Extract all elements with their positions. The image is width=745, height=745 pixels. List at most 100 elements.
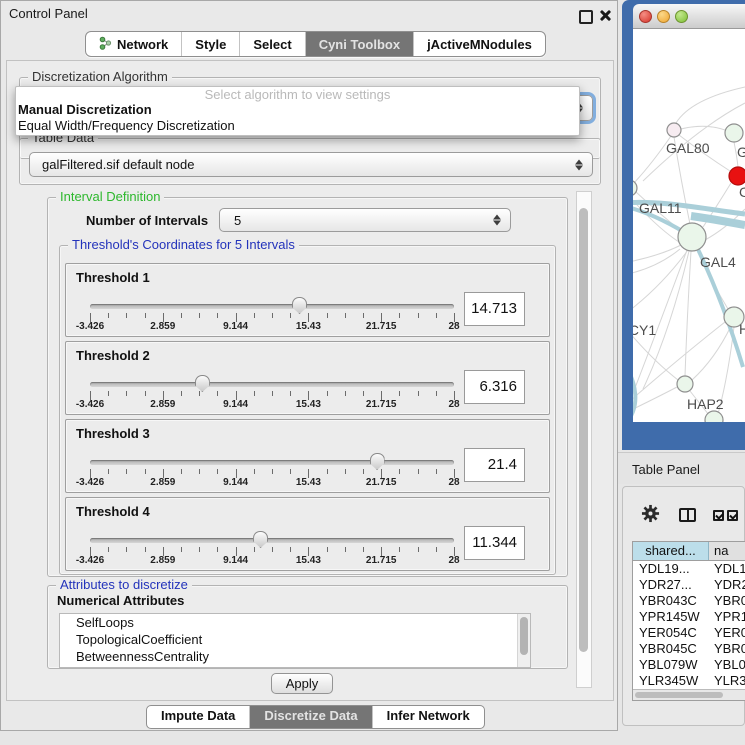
table-data-combobox[interactable]: galFiltered.sif default node (29, 152, 593, 177)
network-node-gal80[interactable] (667, 123, 681, 137)
slider-scale: -3.4262.8599.14415.4321.71528 (90, 321, 454, 333)
slider-scale-label: 15.43 (296, 399, 321, 410)
checkbox-icon[interactable] (713, 510, 724, 521)
tab-cyni-toolbox[interactable]: Cyni Toolbox (306, 32, 414, 56)
dropdown-option-manual[interactable]: Manual Discretization (16, 102, 579, 118)
slider-scale-label: 2.859 (150, 555, 175, 566)
threshold-slider[interactable] (90, 538, 454, 543)
minimize-traffic-light[interactable] (657, 10, 670, 23)
slider-thumb[interactable] (195, 375, 210, 392)
apply-button[interactable]: Apply (271, 673, 333, 694)
dropdown-option-equal-width[interactable]: Equal Width/Frequency Discretization (16, 118, 579, 134)
network-node-hap2[interactable] (677, 376, 693, 392)
cell-shared-name[interactable]: YDR27... (633, 577, 709, 593)
threshold-3-panel: Threshold 3 -3.4262.8599.14415.4321.7152… (65, 419, 550, 493)
cell-name[interactable]: YDL1 (709, 561, 745, 577)
cell-name[interactable]: YBR0 (709, 593, 745, 609)
table-horizontal-scrollbar[interactable] (633, 689, 745, 700)
close-icon[interactable] (599, 9, 612, 22)
threshold-value-field[interactable]: 21.4 (464, 448, 525, 482)
list-item[interactable]: TopologicalCoefficient (60, 631, 530, 648)
gear-icon[interactable] (641, 504, 660, 528)
network-window-titlebar[interactable] (633, 4, 745, 29)
table-panel-title: Table Panel (632, 462, 700, 477)
tab-impute-data[interactable]: Impute Data (147, 706, 250, 728)
cell-name[interactable]: YPR1 (709, 609, 745, 625)
cell-shared-name[interactable]: YBR045C (633, 641, 709, 657)
cell-shared-name[interactable]: YBR043C (633, 593, 709, 609)
cell-shared-name[interactable]: YER054C (633, 625, 709, 641)
numerical-attributes-label: Numerical Attributes (57, 593, 184, 608)
maximize-traffic-light[interactable] (675, 10, 688, 23)
threshold-slider[interactable] (90, 382, 454, 387)
scrollbar-thumb[interactable] (579, 208, 588, 652)
network-canvas[interactable]: GAL80 GA C GAL11 GAL4 GCY1 H HAP2 (633, 29, 745, 422)
list-scrollbar[interactable] (517, 614, 530, 667)
scrollbar-thumb[interactable] (520, 617, 528, 655)
table-row[interactable]: YBL079WYBL0 (633, 657, 745, 673)
table-row[interactable]: YBR045CYBR0 (633, 641, 745, 657)
threshold-value-field[interactable]: 6.316 (464, 370, 525, 404)
dropdown-prompt: Select algorithm to view settings (16, 87, 579, 102)
threshold-slider[interactable] (90, 460, 454, 465)
tab-select[interactable]: Select (240, 32, 305, 56)
slider-scale-label: 9.144 (223, 555, 248, 566)
network-node[interactable] (725, 124, 743, 142)
table-row[interactable]: YDR27...YDR2 (633, 577, 745, 593)
node-label-cut: GA (737, 144, 745, 160)
checkbox-icon[interactable] (727, 510, 738, 521)
top-tabbar: Network Style Select Cyni Toolbox jActiv… (85, 31, 546, 57)
close-traffic-light[interactable] (639, 10, 652, 23)
slider-scale-label: 28 (448, 555, 459, 566)
tab-discretize-data[interactable]: Discretize Data (250, 706, 372, 728)
network-node-gal4[interactable] (678, 223, 706, 251)
tab-label: jActiveMNodules (427, 37, 532, 52)
cell-shared-name[interactable]: YBL079W (633, 657, 709, 673)
list-item[interactable]: BetweennessCentrality (60, 648, 530, 665)
threshold-value-field[interactable]: 11.344 (464, 526, 525, 560)
table-row[interactable]: YER054CYER0 (633, 625, 745, 641)
column-header-shared-name[interactable]: shared... (633, 542, 709, 560)
interval-definition-label: Interval Definition (56, 189, 164, 205)
slider-thumb[interactable] (253, 531, 268, 548)
cell-name[interactable]: YLR3 (709, 673, 745, 689)
tab-style[interactable]: Style (182, 32, 240, 56)
table-row[interactable]: YDL19...YDL1 (633, 561, 745, 577)
algorithm-group-label: Discretization Algorithm (28, 69, 172, 85)
cell-name[interactable]: YBR0 (709, 641, 745, 657)
attributes-group-label: Attributes to discretize (56, 577, 192, 593)
threshold-value-field[interactable]: 14.713 (464, 292, 525, 326)
slider-thumb[interactable] (370, 453, 385, 470)
slider-scale-label: 28 (448, 399, 459, 410)
table-row[interactable]: YLR345WYLR3 (633, 673, 745, 689)
algorithm-dropdown-popup: Select algorithm to view settings Manual… (15, 86, 580, 136)
combo-arrows-icon (493, 214, 501, 227)
slider-scale-label: 2.859 (150, 477, 175, 488)
network-node-gal11[interactable] (633, 180, 637, 196)
cell-shared-name[interactable]: YPR145W (633, 609, 709, 625)
list-item[interactable]: SelfLoops (60, 614, 530, 631)
panel-vertical-scrollbar[interactable] (576, 191, 592, 688)
float-window-icon[interactable] (579, 10, 593, 24)
table-panel-body: shared... na YDL19...YDL1 YDR27...YDR2 Y… (622, 486, 745, 726)
slider-scale-label: 15.43 (296, 555, 321, 566)
threshold-slider[interactable] (90, 304, 454, 309)
columns-icon[interactable] (679, 508, 696, 522)
slider-thumb[interactable] (292, 297, 307, 314)
tab-jactivemnodules[interactable]: jActiveMNodules (414, 32, 545, 56)
cell-shared-name[interactable]: YDL19... (633, 561, 709, 577)
tab-infer-network[interactable]: Infer Network (373, 706, 484, 728)
cell-shared-name[interactable]: YLR345W (633, 673, 709, 689)
number-of-intervals-combobox[interactable]: 5 (219, 208, 511, 232)
network-node-selected[interactable] (729, 167, 745, 185)
slider-scale-label: 9.144 (223, 399, 248, 410)
cell-name[interactable]: YER0 (709, 625, 745, 641)
threshold-2-panel: Threshold 2 -3.4262.8599.14415.4321.7152… (65, 341, 550, 415)
cell-name[interactable]: YBL0 (709, 657, 745, 673)
table-row[interactable]: YPR145WYPR1 (633, 609, 745, 625)
column-header-name[interactable]: na (709, 542, 745, 560)
scrollbar-thumb[interactable] (635, 692, 723, 698)
tab-network[interactable]: Network (86, 32, 182, 56)
table-row[interactable]: YBR043CYBR0 (633, 593, 745, 609)
cell-name[interactable]: YDR2 (709, 577, 745, 593)
